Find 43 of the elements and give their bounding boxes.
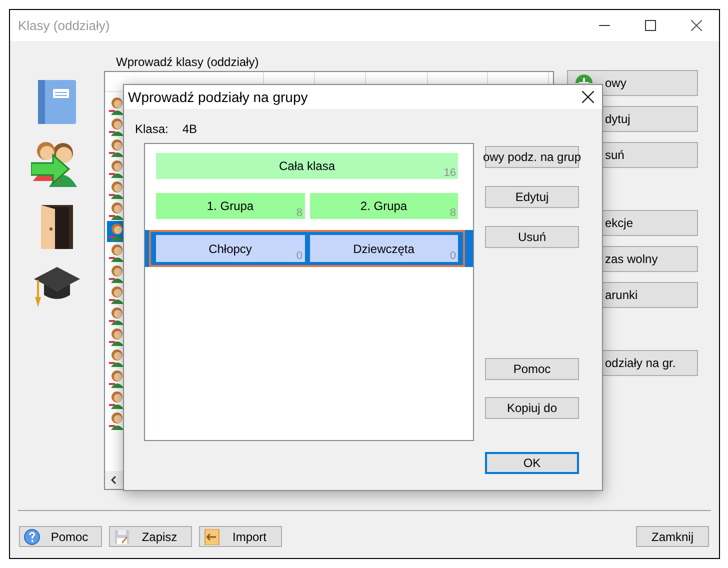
dialog-button[interactable]: Pomoc (485, 358, 579, 380)
group-name: 1. Grupa (206, 199, 254, 213)
group-count: 8 (450, 207, 456, 219)
group-count: 8 (296, 207, 302, 219)
maximize-icon[interactable] (644, 20, 656, 31)
minimize-icon[interactable] (598, 25, 610, 26)
close-icon[interactable] (690, 20, 702, 31)
help-icon (24, 529, 40, 545)
footer-button[interactable]: Pomoc (19, 526, 102, 547)
group-count: 16 (444, 167, 456, 179)
book-icon[interactable] (37, 79, 77, 125)
group-tile[interactable]: Dziewczęta 0 (310, 235, 458, 262)
dialog-button[interactable]: Usuń (485, 226, 579, 248)
class-value: 4B (182, 122, 198, 138)
group-tile[interactable]: 1. Grupa 8 (156, 193, 304, 219)
group-count: 0 (296, 250, 302, 262)
list-label: Wprowadź klasy (oddziały) (116, 54, 260, 71)
group-count: 0 (450, 250, 456, 262)
graduation-cap-icon[interactable] (33, 265, 81, 309)
group-name: 2. Grupa (360, 199, 408, 213)
group-tile[interactable]: 2. Grupa 8 (310, 193, 458, 219)
chevron-left-icon[interactable] (111, 476, 116, 484)
arrow-left-icon (204, 529, 220, 545)
group-tile[interactable]: Cała klasa 16 (156, 153, 458, 179)
division-row[interactable]: Cała klasa 16 (145, 149, 473, 183)
close-button[interactable]: Zamknij (636, 526, 709, 547)
dialog-button[interactable]: owy podz. na grup (485, 146, 579, 168)
window-title: Klasy (oddziały) (18, 18, 111, 33)
dialog-button[interactable]: Kopiuj do (485, 397, 579, 419)
class-label: Klasa: (135, 122, 168, 138)
division-row[interactable]: Chłopcy 0 Dziewczęta 0 (145, 230, 473, 267)
ok-button[interactable]: OK (485, 452, 579, 474)
door-icon[interactable] (39, 203, 75, 251)
dialog-title: Wprowadź podziały na grupy (128, 89, 309, 105)
footer-button[interactable]: Import (199, 526, 282, 547)
footer-button[interactable]: Zapisz (109, 526, 192, 547)
close-icon[interactable] (582, 91, 594, 103)
group-name: Dziewczęta (353, 242, 414, 256)
group-name: Chłopcy (208, 242, 252, 256)
division-row[interactable]: 1. Grupa 8 2. Grupa 8 (145, 189, 473, 223)
group-name: Cała klasa (278, 159, 336, 173)
group-tile[interactable]: Chłopcy 0 (156, 235, 304, 262)
dialog-button[interactable]: Edytuj (485, 186, 579, 208)
